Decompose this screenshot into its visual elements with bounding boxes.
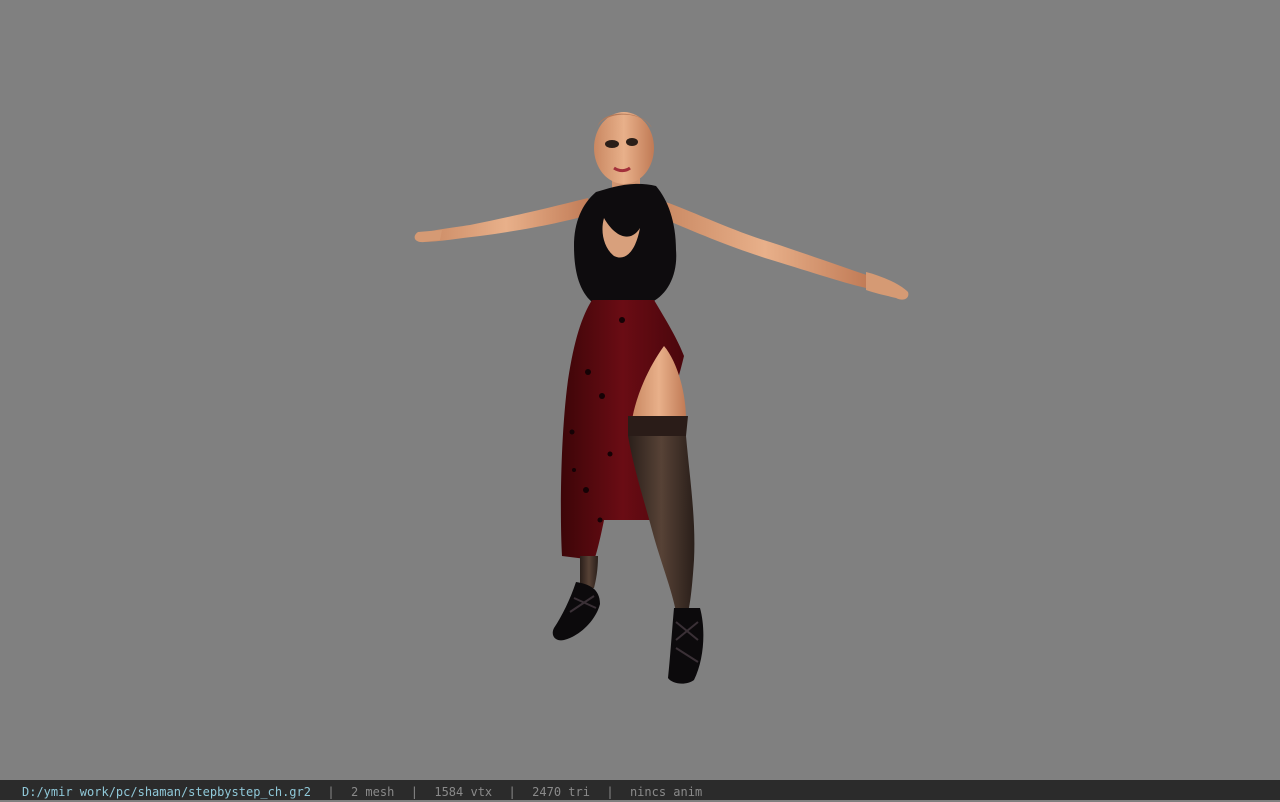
vertex-count: 1584 vtx — [434, 785, 493, 799]
head — [594, 112, 654, 190]
animation-status: nincs anim — [629, 785, 703, 799]
character-model[interactable] — [0, 0, 1280, 780]
3d-viewport[interactable] — [0, 0, 1280, 780]
left-leg — [552, 556, 600, 641]
dress-top — [574, 183, 677, 302]
left-arm — [414, 198, 592, 243]
separator: | — [410, 785, 418, 799]
mesh-count: 2 mesh — [350, 785, 395, 799]
file-path: D:/ymir work/pc/shaman/stepbystep_ch.gr2 — [22, 785, 311, 799]
separator: | — [327, 785, 335, 799]
status-bar: D:/ymir work/pc/shaman/stepbystep_ch.gr2… — [0, 780, 1280, 800]
separator: | — [508, 785, 516, 799]
separator: | — [606, 785, 614, 799]
triangle-count: 2470 tri — [532, 785, 590, 799]
right-arm — [660, 200, 909, 300]
